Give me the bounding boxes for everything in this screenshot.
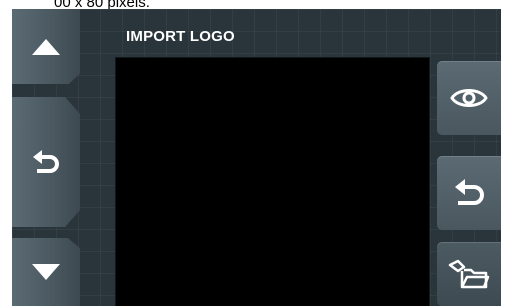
- undo-button[interactable]: [437, 156, 501, 230]
- folder-open-icon: [448, 259, 490, 289]
- undo-arrow-icon: [452, 178, 486, 208]
- import-from-folder-button[interactable]: [437, 242, 501, 306]
- arrow-down-icon: [31, 263, 61, 281]
- back-button[interactable]: [12, 97, 80, 227]
- scroll-up-button[interactable]: [12, 9, 80, 85]
- back-arrow-icon: [31, 148, 61, 176]
- preview-button[interactable]: [437, 61, 501, 135]
- arrow-up-icon: [31, 38, 61, 56]
- scroll-down-button[interactable]: [12, 238, 80, 306]
- page-title: IMPORT LOGO: [126, 28, 235, 45]
- eye-icon: [450, 85, 488, 111]
- import-logo-screen: IMPORT LOGO: [12, 9, 501, 306]
- logo-preview-area: [115, 57, 430, 306]
